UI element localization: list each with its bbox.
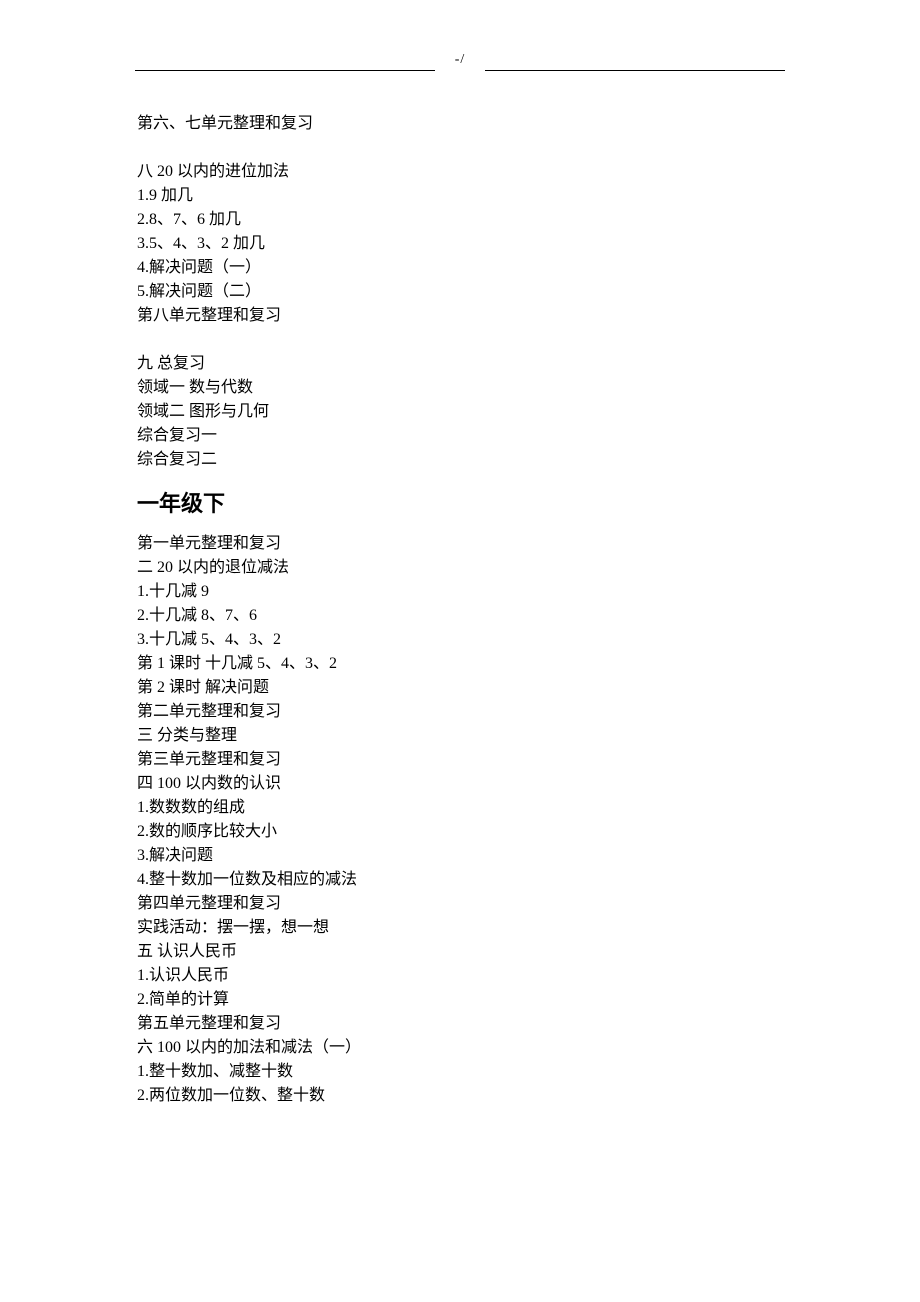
header-rule-left (135, 70, 435, 71)
list-item: 第二单元整理和复习 (137, 700, 785, 724)
list-item: 第八单元整理和复习 (137, 304, 785, 328)
list-item: 第 1 课时 十几减 5、4、3、2 (137, 652, 785, 676)
list-item: 第四单元整理和复习 (137, 892, 785, 916)
list-item: 1.十几减 9 (137, 580, 785, 604)
list-item: 四 100 以内数的认识 (137, 772, 785, 796)
list-item: 2.简单的计算 (137, 988, 785, 1012)
list-item: 五 认识人民币 (137, 940, 785, 964)
list-item: 2.十几减 8、7、6 (137, 604, 785, 628)
list-item: 实践活动：摆一摆，想一想 (137, 916, 785, 940)
list-item: 六 100 以内的加法和减法（一） (137, 1036, 785, 1060)
list-item: 1.9 加几 (137, 184, 785, 208)
section-9-title: 九 总复习 (137, 352, 785, 376)
list-item: 三 分类与整理 (137, 724, 785, 748)
list-item: 1.整十数加、减整十数 (137, 1060, 785, 1084)
list-item: 3.解决问题 (137, 844, 785, 868)
list-item: 第 2 课时 解决问题 (137, 676, 785, 700)
list-item: 2.两位数加一位数、整十数 (137, 1084, 785, 1108)
list-item: 综合复习一 (137, 424, 785, 448)
list-item: 2.8、7、6 加几 (137, 208, 785, 232)
list-item: 第五单元整理和复习 (137, 1012, 785, 1036)
grade-heading: 一年级下 (137, 486, 785, 518)
list-item: 4.整十数加一位数及相应的减法 (137, 868, 785, 892)
list-item: 3.十几减 5、4、3、2 (137, 628, 785, 652)
list-item: 综合复习二 (137, 448, 785, 472)
header-rule-right (485, 70, 785, 71)
list-item: 2.数的顺序比较大小 (137, 820, 785, 844)
list-item: 领域一 数与代数 (137, 376, 785, 400)
list-item: 第三单元整理和复习 (137, 748, 785, 772)
list-item: 第一单元整理和复习 (137, 532, 785, 556)
list-item: 4.解决问题（一） (137, 256, 785, 280)
spacer (137, 328, 785, 352)
page: -/ 第六、七单元整理和复习 八 20 以内的进位加法 1.9 加几 2.8、7… (0, 0, 920, 1188)
list-item: 1.认识人民币 (137, 964, 785, 988)
header-label: -/ (455, 52, 466, 68)
section-8-title: 八 20 以内的进位加法 (137, 160, 785, 184)
content: 第六、七单元整理和复习 八 20 以内的进位加法 1.9 加几 2.8、7、6 … (135, 112, 785, 1108)
list-item: 5.解决问题（二） (137, 280, 785, 304)
list-item: 3.5、4、3、2 加几 (137, 232, 785, 256)
list-item: 1.数数数的组成 (137, 796, 785, 820)
spacer (137, 136, 785, 160)
list-item: 二 20 以内的退位减法 (137, 556, 785, 580)
list-item: 领域二 图形与几何 (137, 400, 785, 424)
page-header: -/ (135, 58, 785, 76)
line-unit6-7-review: 第六、七单元整理和复习 (137, 112, 785, 136)
